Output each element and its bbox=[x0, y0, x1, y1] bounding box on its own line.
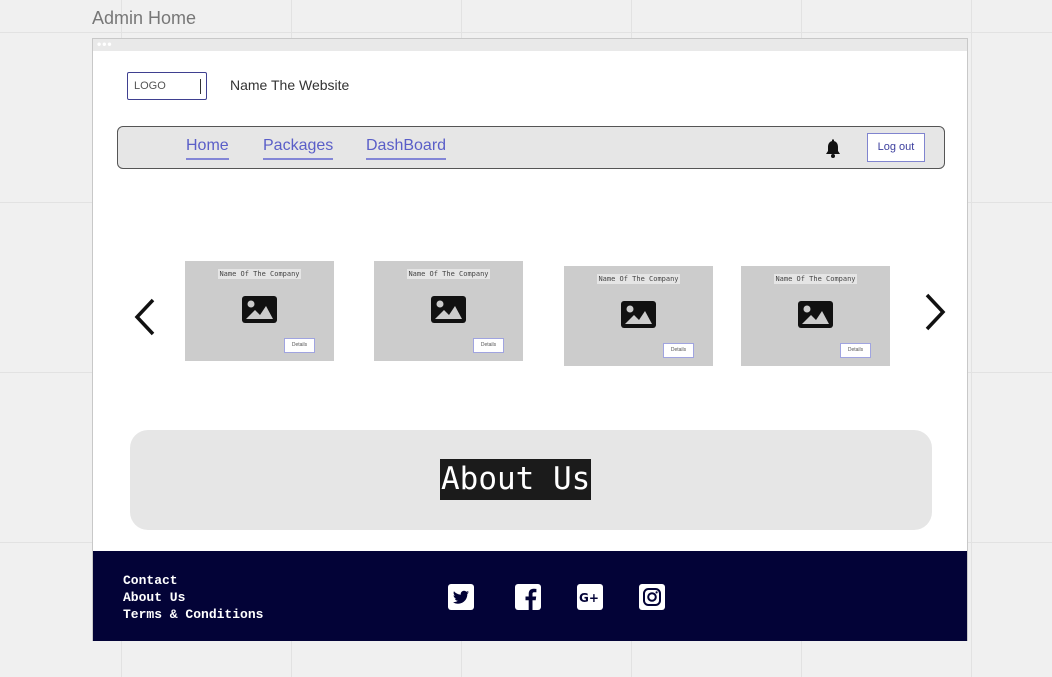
frame-titlebar: ••• bbox=[93, 37, 967, 51]
footer-link-contact[interactable]: Contact bbox=[123, 572, 263, 589]
navbar: Home Packages DashBoard Log out bbox=[117, 126, 945, 169]
card-company-name: Name Of The Company bbox=[218, 269, 301, 279]
page-label: Admin Home bbox=[92, 8, 197, 28]
about-section: About Us bbox=[130, 430, 932, 530]
nav-link-home[interactable]: Home bbox=[186, 137, 229, 160]
package-card: Name Of The Company Details bbox=[564, 266, 713, 366]
details-button[interactable]: Details bbox=[663, 343, 694, 358]
package-card: Name Of The Company Details bbox=[741, 266, 890, 366]
site-name: Name The Website bbox=[230, 77, 350, 93]
instagram-icon[interactable] bbox=[639, 584, 665, 610]
google-plus-icon[interactable]: G+ bbox=[577, 584, 603, 610]
chevron-right-icon[interactable] bbox=[921, 292, 947, 332]
footer: Contact About Us Terms & Conditions G+ bbox=[93, 551, 967, 641]
details-button[interactable]: Details bbox=[840, 343, 871, 358]
logo-text: LOGO bbox=[134, 80, 166, 92]
package-card: Name Of The Company Details bbox=[185, 261, 334, 361]
logout-button[interactable]: Log out bbox=[867, 133, 925, 162]
details-button[interactable]: Details bbox=[473, 338, 504, 353]
image-icon bbox=[798, 301, 833, 328]
twitter-icon[interactable] bbox=[448, 584, 474, 610]
card-company-name: Name Of The Company bbox=[774, 274, 857, 284]
image-icon bbox=[621, 301, 656, 328]
nav-link-packages[interactable]: Packages bbox=[263, 137, 334, 160]
image-icon bbox=[242, 296, 277, 323]
details-button[interactable]: Details bbox=[284, 338, 315, 353]
browser-frame: ••• LOGO Name The Website Home Packages … bbox=[92, 37, 968, 641]
footer-links: Contact About Us Terms & Conditions bbox=[123, 572, 263, 623]
footer-link-terms[interactable]: Terms & Conditions bbox=[123, 606, 263, 623]
footer-link-about[interactable]: About Us bbox=[123, 589, 263, 606]
image-icon bbox=[431, 296, 466, 323]
svg-text:G+: G+ bbox=[579, 591, 599, 605]
about-title: About Us bbox=[440, 459, 592, 500]
facebook-icon[interactable] bbox=[515, 584, 541, 610]
package-card: Name Of The Company Details bbox=[374, 261, 523, 361]
card-company-name: Name Of The Company bbox=[407, 269, 490, 279]
text-caret bbox=[200, 79, 201, 94]
bell-icon[interactable] bbox=[824, 139, 842, 159]
nav-link-dashboard[interactable]: DashBoard bbox=[366, 137, 447, 160]
logo[interactable]: LOGO bbox=[127, 72, 207, 100]
chevron-left-icon[interactable] bbox=[133, 297, 159, 337]
card-company-name: Name Of The Company bbox=[597, 274, 680, 284]
frame-dots-icon: ••• bbox=[97, 37, 113, 51]
